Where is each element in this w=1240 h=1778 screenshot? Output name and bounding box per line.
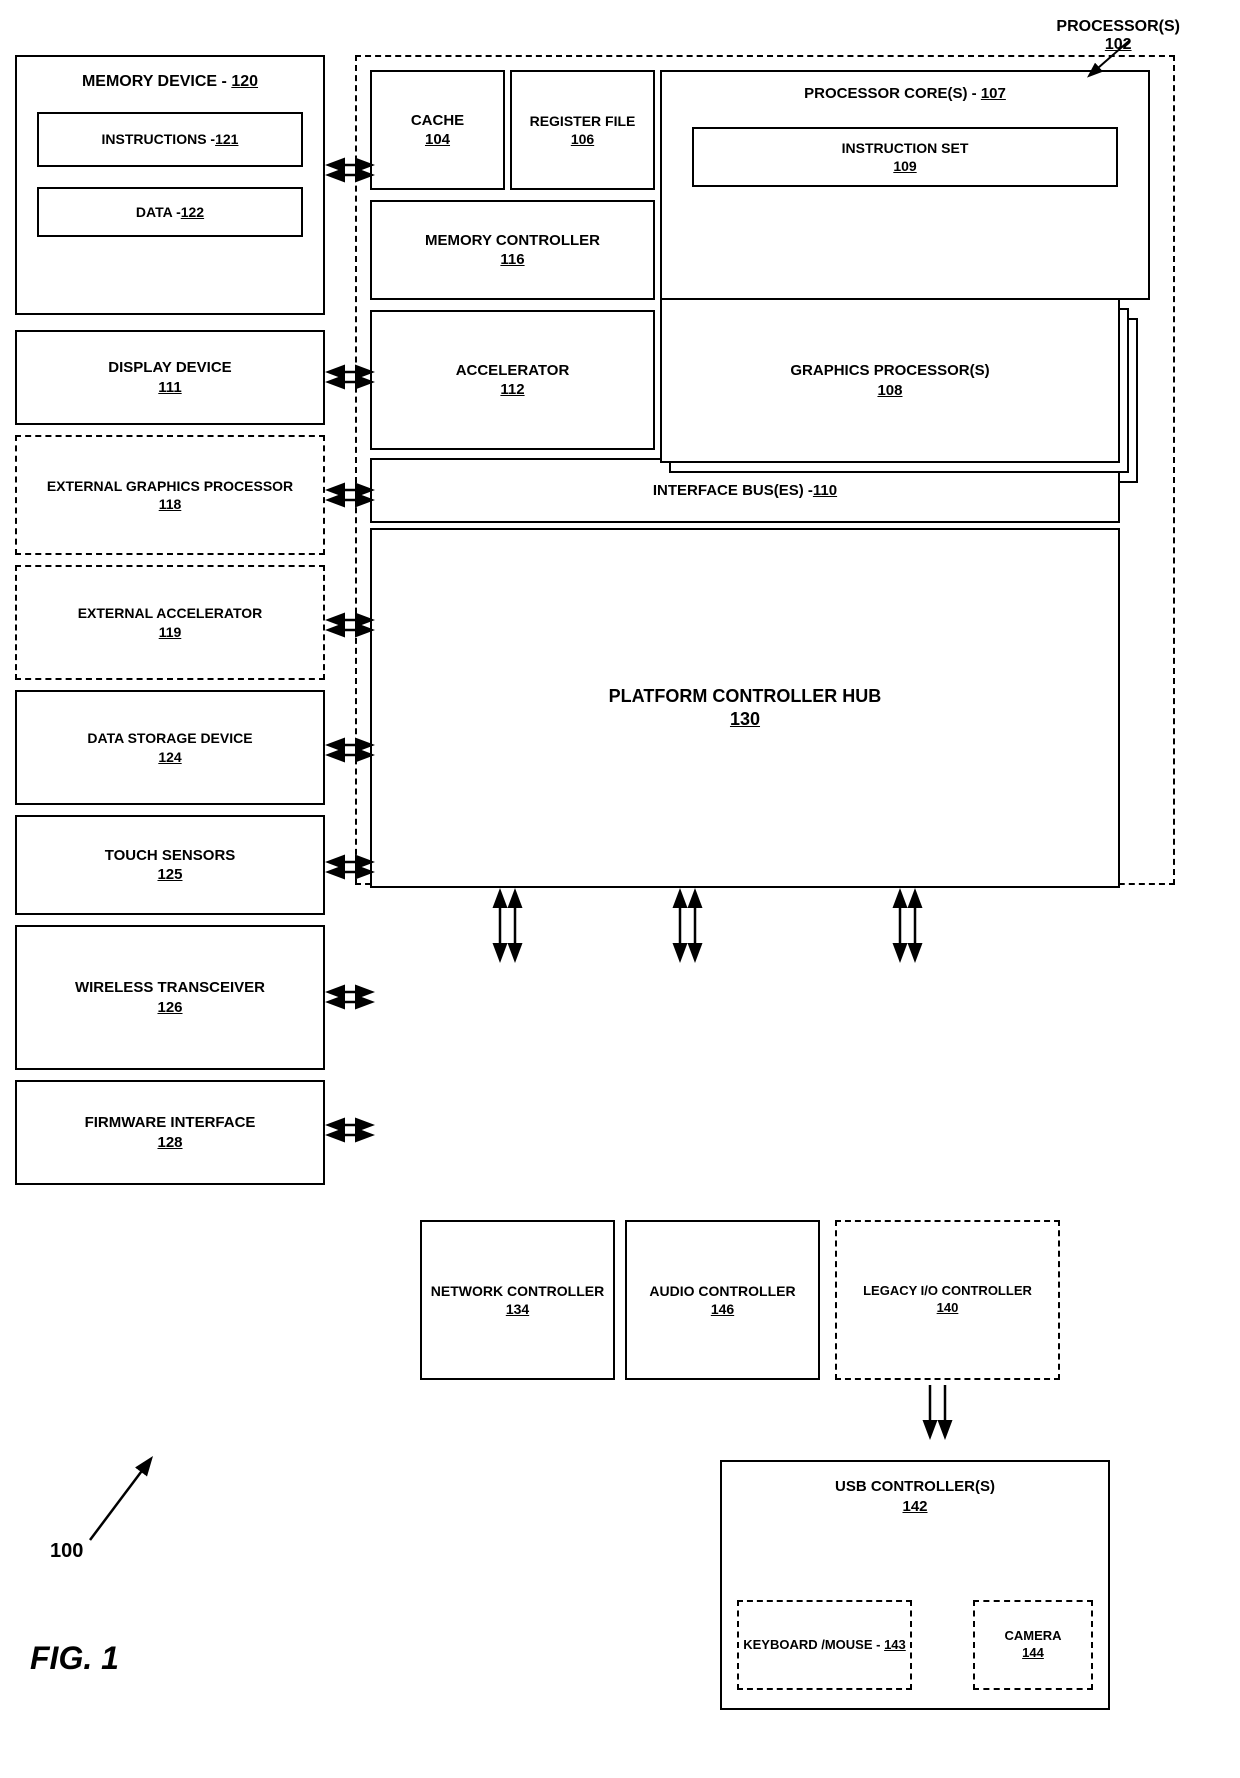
network-controller-box: NETWORK CONTROLLER 134: [420, 1220, 615, 1380]
accelerator-box: ACCELERATOR 112: [370, 310, 655, 450]
arrow-firmware: [325, 1115, 375, 1145]
graphics-processor-box1: GRAPHICS PROCESSOR(S) 108: [660, 298, 1120, 463]
external-accelerator-box: EXTERNAL ACCELERATOR 119: [15, 565, 325, 680]
arrow-memory: [325, 155, 375, 185]
diagram: PROCESSOR(S)102 MEMORY DEVICE - 120 INST…: [0, 0, 1240, 1778]
keyboard-mouse-box: KEYBOARD /MOUSE - 143: [737, 1600, 912, 1690]
legacy-io-box: LEGACY I/O CONTROLLER 140: [835, 1220, 1060, 1380]
instructions-box: INSTRUCTIONS - 121: [37, 112, 303, 167]
touch-sensors-box: TOUCH SENSORS 125: [15, 815, 325, 915]
firmware-interface-box: FIRMWARE INTERFACE 128: [15, 1080, 325, 1185]
wireless-transceiver-box: WIRELESS TRANSCEIVER 126: [15, 925, 325, 1070]
arrow-display: [325, 362, 375, 392]
fig-label: FIG. 1: [30, 1640, 119, 1677]
system-arrow: [60, 1440, 180, 1550]
arrow-ext-graphics: [325, 480, 375, 510]
external-graphics-box: EXTERNAL GRAPHICS PROCESSOR 118: [15, 435, 325, 555]
arrow-touch-sensors: [325, 852, 375, 882]
data-box: DATA - 122: [37, 187, 303, 237]
register-file-box: REGISTER FILE 106: [510, 70, 655, 190]
arrow-audio-v: [670, 888, 710, 988]
usb-controller-box: USB CONTROLLER(S) 142 KEYBOARD /MOUSE - …: [720, 1460, 1110, 1710]
arrow-wireless: [325, 982, 375, 1012]
display-device-box: DISPLAY DEVICE 111: [15, 330, 325, 425]
data-storage-box: DATA STORAGE DEVICE 124: [15, 690, 325, 805]
processor-pointer-arrow: [1070, 30, 1170, 90]
camera-box: CAMERA 144: [973, 1600, 1093, 1690]
arrow-network-v: [490, 888, 530, 988]
memory-device-box: MEMORY DEVICE - 120 INSTRUCTIONS - 121 D…: [15, 55, 325, 315]
arrow-legacy-v: [890, 888, 930, 988]
audio-controller-box: AUDIO CONTROLLER 146: [625, 1220, 820, 1380]
processor-core-box: PROCESSOR CORE(S) - 107 INSTRUCTION SET …: [660, 70, 1150, 300]
arrow-data-storage: [325, 735, 375, 765]
arrow-usb-v: [920, 1380, 960, 1460]
memory-controller-box: MEMORY CONTROLLER 116: [370, 200, 655, 300]
arrow-ext-accelerator: [325, 610, 375, 640]
cache-box: CACHE 104: [370, 70, 505, 190]
platform-controller-box: PLATFORM CONTROLLER HUB 130: [370, 528, 1120, 888]
instruction-set-box: INSTRUCTION SET 109: [692, 127, 1118, 187]
